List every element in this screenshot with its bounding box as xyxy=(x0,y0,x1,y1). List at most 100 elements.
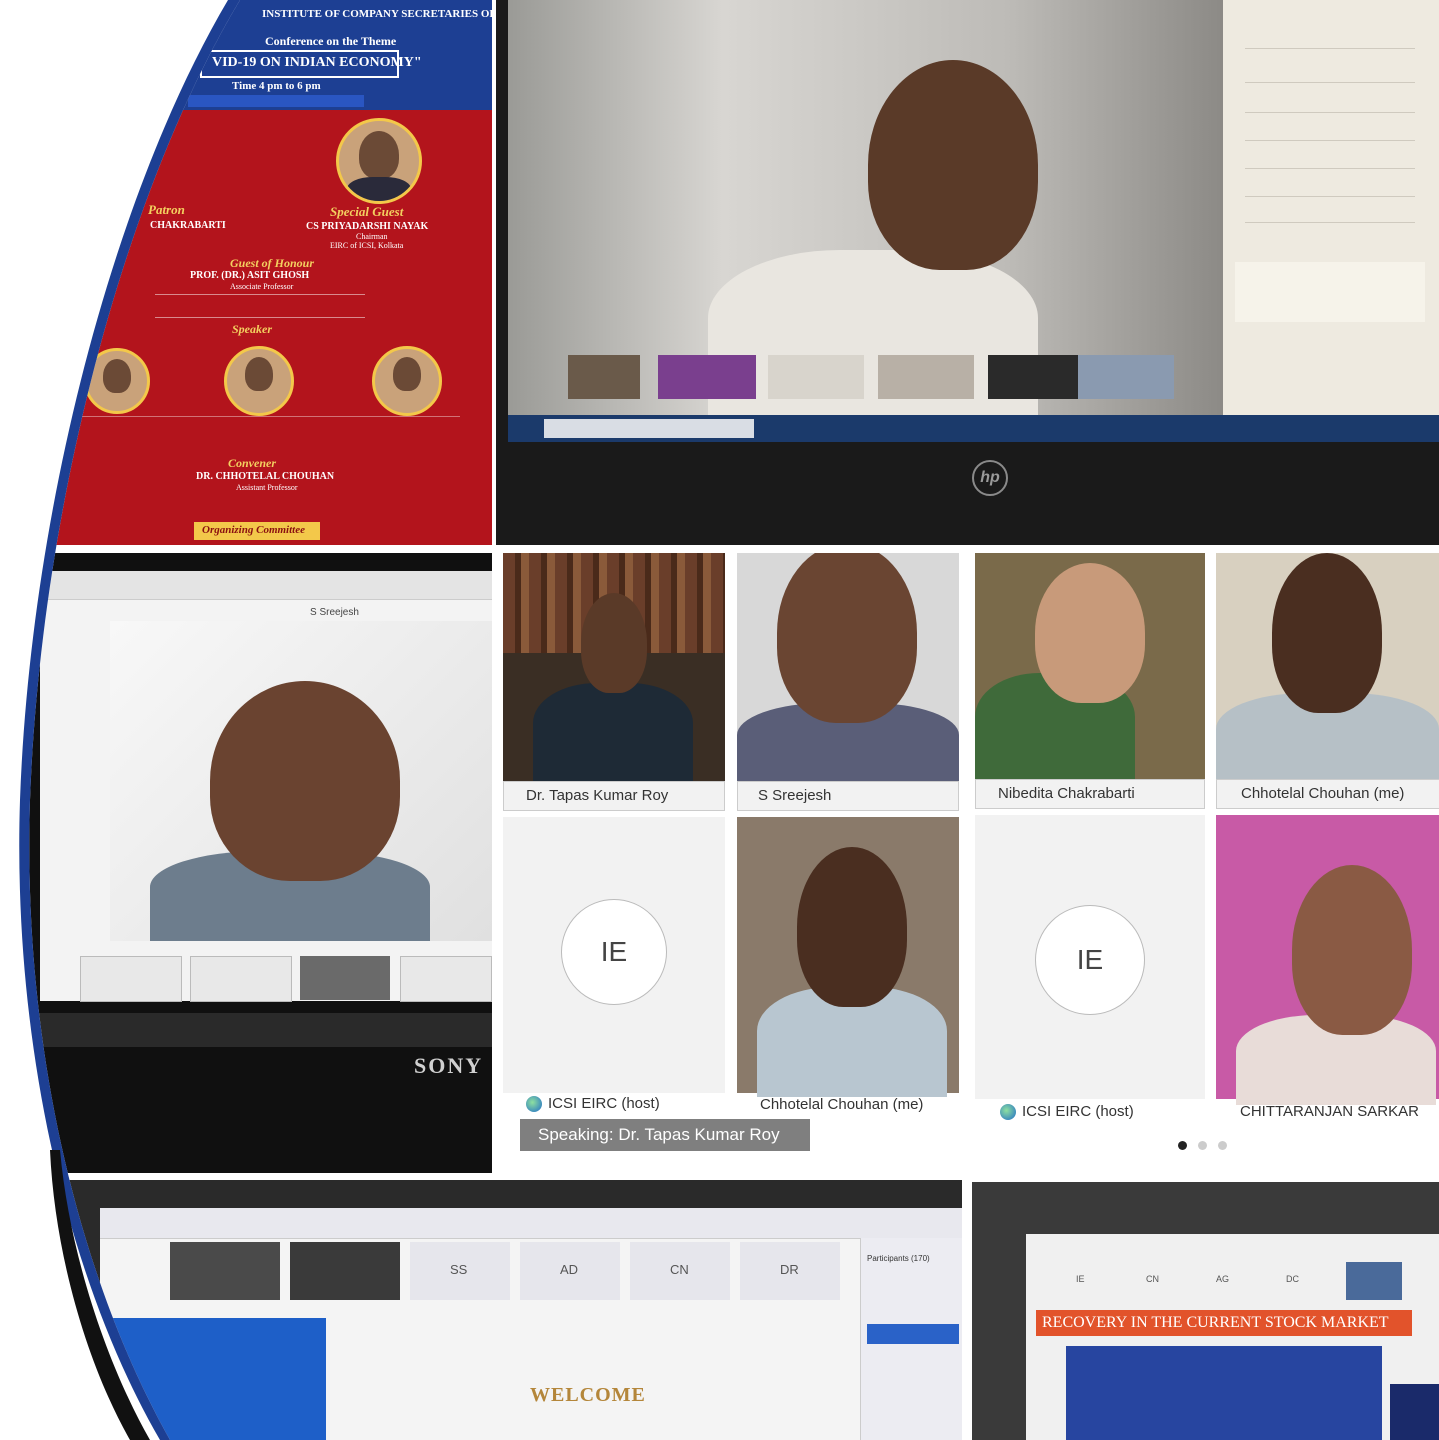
thumb-ad: AD xyxy=(560,1262,579,1277)
pager-dot-2[interactable] xyxy=(1198,1141,1207,1150)
speaker-photo-2 xyxy=(224,346,294,416)
video-chhotelal-left xyxy=(737,817,959,1097)
special-guest-photo xyxy=(336,118,422,204)
video-nibedita xyxy=(975,553,1205,783)
speaker-photo-1 xyxy=(84,348,150,414)
thumb-dc: DC xyxy=(1286,1274,1299,1284)
name-bar-chhotelal-right: Chhotelal Chouhan (me) xyxy=(1216,779,1439,809)
name-chhotelal-right: Chhotelal Chouhan (me) xyxy=(1241,785,1405,802)
speaker-head xyxy=(868,60,1038,270)
pager-dot-1[interactable] xyxy=(1178,1141,1187,1150)
poster-theme-banner: VID-19 ON INDIAN ECONOMY" xyxy=(200,50,422,78)
organizing-committee-bar: Organizing Committee xyxy=(194,522,320,540)
host-globe-icon-right xyxy=(1000,1104,1016,1121)
name-chhotelal-left: Chhotelal Chouhan (me) xyxy=(760,1096,924,1113)
poster-theme: VID-19 ON INDIAN ECONOMY" xyxy=(212,55,422,70)
organizing-committee-label: Organizing Committee xyxy=(202,524,305,536)
name-s-sreejesh: S Sreejesh xyxy=(758,787,832,804)
participants-grid-right: Nibedita Chakrabarti Chhotelal Chouhan (… xyxy=(972,553,1439,1173)
participant-row-highlight[interactable] xyxy=(867,1324,959,1344)
poster-org-line: INSTITUTE OF COMPANY SECRETARIES OF INDI… xyxy=(262,8,492,20)
hp-logo-icon: hp xyxy=(972,460,1008,496)
participants-side-panel xyxy=(1223,0,1439,415)
stock-market-screen-tile: IE CN AG DC RECOVERY IN THE CURRENT STOC… xyxy=(972,1182,1439,1440)
poster-detail-lines xyxy=(155,294,365,318)
pager-dot-3[interactable] xyxy=(1218,1141,1227,1150)
thumb-cn-r: CN xyxy=(1146,1274,1159,1284)
name-icsi-host-left-text: ICSI EIRC (host) xyxy=(548,1095,660,1112)
sony-laptop-tile: S Sreejesh SONY xyxy=(0,553,492,1173)
video-icsi-eirc-host: IE xyxy=(503,817,725,1093)
thumb-ie: IE xyxy=(1076,1274,1085,1284)
welcome-thumb-row: SS AD CN DR xyxy=(170,1242,850,1302)
welcome-participants-panel: Participants (170) xyxy=(860,1238,962,1440)
thumbnail-strip xyxy=(568,355,1178,407)
avatar-ie-left: IE xyxy=(561,899,667,1005)
patron-name: CHAKRABARTI xyxy=(150,220,226,231)
sony-brand: SONY xyxy=(414,1053,484,1078)
special-guest-org: EIRC of ICSI, Kolkata xyxy=(330,241,404,250)
name-icsi-host-left: ICSI EIRC (host) xyxy=(526,1095,660,1113)
speaking-text: Speaking: Dr. Tapas Kumar Roy xyxy=(538,1125,780,1144)
video-chittaranjan xyxy=(1216,815,1439,1105)
speaking-bar: Speaking: Dr. Tapas Kumar Roy xyxy=(520,1119,810,1151)
name-bar-s-sreejesh: S Sreejesh xyxy=(737,781,959,811)
welcome-slide-title: WELCOME xyxy=(530,1384,646,1406)
hp-brand: hp xyxy=(980,469,1000,486)
welcome-slide-blue xyxy=(100,1318,326,1440)
guest-of-honour-heading: Guest of Honour xyxy=(230,256,315,270)
stock-thumb-row: IE CN AG DC xyxy=(1056,1262,1439,1302)
name-icsi-host-right: ICSI EIRC (host) xyxy=(1000,1103,1134,1121)
stock-slide-title: RECOVERY IN THE CURRENT STOCK MARKET xyxy=(1042,1314,1389,1331)
stock-chart-thumb xyxy=(1390,1384,1439,1440)
thumb-ag: AG xyxy=(1216,1274,1230,1284)
video-s-sreejesh xyxy=(737,553,959,783)
poster-time-line: Time 4 pm to 6 pm xyxy=(232,80,321,92)
video-icsi-eirc-host-right: IE xyxy=(975,815,1205,1099)
avatar-ie-right: IE xyxy=(1035,905,1145,1015)
taskbar-search-box[interactable] xyxy=(544,419,754,438)
poster-tile: INSTITUTE OF COMPANY SECRETARIES OF INDI… xyxy=(0,0,492,545)
special-guest-role: Chairman xyxy=(356,232,388,241)
pager-dots[interactable] xyxy=(1178,1141,1238,1153)
poster-link-bar xyxy=(188,95,364,107)
speaker-photo-3 xyxy=(372,346,442,416)
guest-of-honour-role: Associate Professor xyxy=(230,282,294,291)
main-speaker-video xyxy=(508,0,1223,420)
sony-thumbnail-strip xyxy=(70,956,492,1002)
name-nibedita: Nibedita Chakrabarti xyxy=(998,785,1135,802)
laptop-screen xyxy=(508,0,1439,442)
convener-name: DR. CHHOTELAL CHOUHAN xyxy=(196,471,335,482)
name-bar-nibedita: Nibedita Chakrabarti xyxy=(975,779,1205,809)
convener-role: Assistant Professor xyxy=(236,483,298,492)
welcome-screen-tile: SS AD CN DR Participants (170) WELCOME xyxy=(40,1180,962,1440)
thumb-ss: SS xyxy=(450,1262,468,1277)
name-dr-tapas: Dr. Tapas Kumar Roy xyxy=(526,787,669,804)
thumb-dr: DR xyxy=(780,1262,799,1277)
thumb-cn: CN xyxy=(670,1262,689,1277)
host-globe-icon xyxy=(526,1096,542,1113)
hp-laptop-tile: hp xyxy=(496,0,1439,545)
convener-heading: Convener xyxy=(228,456,276,470)
poster-conference-line: Conference on the Theme xyxy=(265,34,397,48)
name-chittaranjan: CHITTARANJAN SARKAR xyxy=(1240,1103,1419,1120)
welcome-window: SS AD CN DR Participants (170) WELCOME xyxy=(100,1208,962,1440)
stock-slide-body xyxy=(1066,1346,1382,1440)
speaker-names-strip xyxy=(80,416,460,439)
name-icsi-host-right-text: ICSI EIRC (host) xyxy=(1022,1103,1134,1120)
welcome-participants-header: Participants (170) xyxy=(867,1254,930,1263)
sony-taskbar xyxy=(20,1013,492,1047)
guest-of-honour-name: PROF. (DR.) ASIT GHOSH xyxy=(190,270,310,281)
avatar-ie-left-initials: IE xyxy=(600,936,628,967)
name-bar-dr-tapas: Dr. Tapas Kumar Roy xyxy=(503,781,725,811)
sony-participant-video xyxy=(110,621,492,941)
video-dr-tapas xyxy=(503,553,725,783)
stock-window: IE CN AG DC RECOVERY IN THE CURRENT STOC… xyxy=(1026,1234,1439,1440)
participants-grid-left: Dr. Tapas Kumar Roy S Sreejesh IE ICSI E… xyxy=(500,553,962,1173)
windows-taskbar xyxy=(508,415,1439,442)
patron-heading: Patron xyxy=(148,202,185,217)
sony-window-label: S Sreejesh xyxy=(310,607,359,618)
special-guest-heading: Special Guest xyxy=(330,204,404,219)
sony-screen: S Sreejesh xyxy=(40,571,492,1002)
speaker-heading: Speaker xyxy=(232,322,272,336)
